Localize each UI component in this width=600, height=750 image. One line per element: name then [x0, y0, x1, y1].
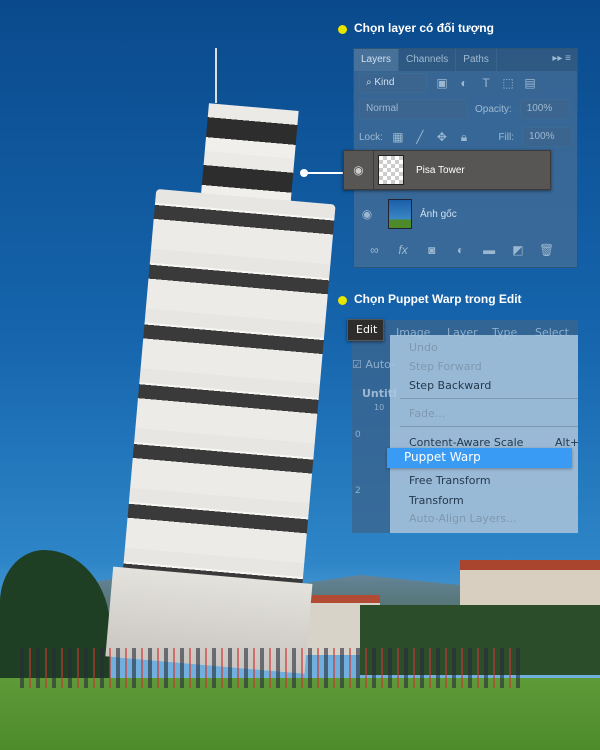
eye-icon[interactable]: ◉: [344, 151, 374, 189]
ruler-label: 2: [355, 486, 361, 496]
new-layer-icon[interactable]: ◩: [511, 243, 525, 257]
step1-label: Chọn layer có đối tượng: [354, 21, 494, 35]
filter-kind-select[interactable]: ⌕ Kind: [359, 73, 427, 93]
panel-menu-icon[interactable]: ▸▸ ≡: [546, 49, 577, 71]
menu-item-free-transform[interactable]: Free Transform: [409, 474, 491, 487]
auto-select-checkbox[interactable]: ☑ Auto-: [352, 358, 395, 371]
menu-item-auto-align-layers[interactable]: Auto-Align Layers...: [409, 512, 516, 525]
adjustment-icon[interactable]: ◐: [453, 243, 467, 257]
bullet-icon: [338, 25, 347, 34]
building: [460, 560, 600, 610]
link-icon[interactable]: ∞: [367, 243, 381, 257]
layer-name: Pisa Tower: [416, 164, 465, 176]
tab-paths[interactable]: Paths: [456, 49, 497, 71]
menu-item-step-backward[interactable]: Step Backward: [409, 379, 491, 392]
menu-separator: [400, 398, 578, 399]
edit-dropdown-menu: Undo Step Forward Step Backward Fade... …: [390, 335, 579, 533]
smart-object-filter-icon[interactable]: ▤: [523, 76, 537, 90]
fill-input[interactable]: 100%: [522, 127, 572, 147]
tab-layers[interactable]: Layers: [354, 49, 400, 71]
pisa-tower: [105, 99, 343, 674]
eye-icon[interactable]: ◉: [360, 207, 374, 221]
menu-item-fade[interactable]: Fade...: [409, 407, 445, 420]
menu-separator: [400, 426, 578, 427]
mask-icon[interactable]: ◙: [425, 243, 439, 257]
lock-all-icon[interactable]: 🔒︎: [457, 130, 471, 144]
opacity-label: Opacity:: [475, 103, 512, 115]
menu-item-puppet-warp[interactable]: Puppet Warp: [387, 448, 572, 468]
lock-brush-icon[interactable]: ╱: [413, 130, 427, 144]
lock-move-icon[interactable]: ✥: [435, 130, 449, 144]
opacity-input[interactable]: 100%: [519, 99, 570, 119]
fx-icon[interactable]: fx: [396, 243, 410, 257]
adjustment-filter-icon[interactable]: ◐: [457, 76, 471, 90]
image-filter-icon[interactable]: ▣: [435, 76, 449, 90]
step2-label: Chọn Puppet Warp trong Edit: [354, 292, 522, 306]
trash-icon[interactable]: 🗑︎: [539, 243, 554, 257]
pointer-dot: [300, 169, 308, 177]
tourists: [20, 648, 520, 688]
menu-edit[interactable]: Edit: [347, 319, 384, 341]
tower-antenna: [215, 48, 217, 103]
menu-item-transform[interactable]: Transform: [409, 494, 464, 507]
tab-channels[interactable]: Channels: [399, 49, 457, 71]
lock-label: Lock:: [359, 131, 383, 143]
layer-name: Ảnh gốc: [420, 208, 457, 220]
layer-row-anh-goc[interactable]: ◉ Ảnh gốc: [354, 194, 572, 234]
ruler-label: 0: [355, 430, 361, 440]
ruler-label: 10: [374, 403, 385, 412]
bullet-icon: [338, 296, 347, 305]
lawn: [0, 678, 600, 750]
menu-item-undo[interactable]: Undo: [409, 341, 438, 354]
type-filter-icon[interactable]: T: [479, 76, 493, 90]
filter-kind-value: Kind: [374, 77, 395, 88]
lock-transparent-icon[interactable]: ▦: [391, 130, 405, 144]
blend-mode-select[interactable]: Normal: [359, 99, 467, 119]
fill-label: Fill:: [498, 131, 514, 143]
layer-row-pisa-tower[interactable]: ◉ Pisa Tower: [343, 150, 551, 190]
shape-filter-icon[interactable]: ⬚: [501, 76, 515, 90]
layer-thumbnail: [388, 199, 412, 229]
pointer-line: [302, 172, 344, 174]
folder-icon[interactable]: ▬: [482, 243, 496, 257]
menu-item-step-forward[interactable]: Step Forward: [409, 360, 482, 373]
layer-thumbnail: [378, 155, 404, 185]
